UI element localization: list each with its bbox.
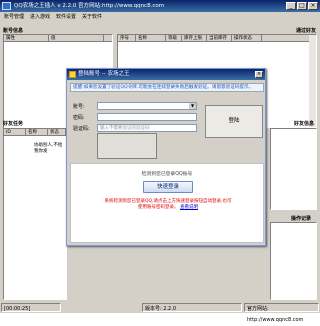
friends-scrollbar[interactable] <box>309 35 316 127</box>
menu-bar: 账号管理 进入游戏 软件设置 关于软件 <box>0 12 320 22</box>
password-label: 密码: <box>73 115 85 121</box>
friends-col-status[interactable]: 操作状态 <box>232 35 262 41</box>
friends-col-capacity[interactable]: 库存上限 <box>182 35 207 41</box>
window-titlebar: QQ农场之王插人 v 2.2.0 官方网站:http://www.qqnc8.c… <box>0 0 320 12</box>
log-panel[interactable] <box>270 222 317 300</box>
friends-col-name[interactable]: 名称 <box>136 35 166 41</box>
warning-text: 系统检测到您已登录QQ,请点击上方快速登录按钮自动登录,也可使用账号密码登录。 … <box>103 199 233 211</box>
close-button[interactable]: × <box>308 2 318 10</box>
dialog-notice: 提醒:如果您设置了验证QQ令牌,可能会在连续登录失败后触发验证。请留意验证码提示… <box>70 83 264 92</box>
minimize-button[interactable]: _ <box>286 2 296 10</box>
status-version: 版本号: 2.2.0 <box>142 303 242 312</box>
options-panel-title: 好友信息 <box>294 121 315 127</box>
login-button[interactable]: 登陆 <box>205 105 263 138</box>
chevron-down-icon[interactable]: ▼ <box>189 103 196 109</box>
dialog-close-button[interactable]: × <box>255 71 263 78</box>
accounts-panel-title: 账号信息 <box>3 28 24 34</box>
password-field[interactable] <box>97 113 197 121</box>
status-site: 官方网站: http://www.qqnc8.com <box>244 303 319 323</box>
window-title: QQ农场之王插人 v 2.2.0 官方网站:http://www.qqnc8.c… <box>14 3 165 9</box>
menu-accounts[interactable]: 账号管理 <box>4 12 24 22</box>
account-label: 账号: <box>73 104 85 110</box>
app-icon <box>2 2 11 10</box>
qq-detected-text: 检测到您已登录QQ账号 <box>141 172 193 177</box>
dialog-titlebar: 登陆账号 -- 农场之王 × <box>67 69 265 80</box>
accounts-col-value[interactable]: 值 <box>49 35 104 41</box>
account-dropdown[interactable]: ▼ <box>97 102 197 110</box>
captcha-field[interactable]: 输入不需要验证的验证码 <box>97 124 197 132</box>
status-bar: [00:00:25] 版本号: 2.2.0 官方网站: http://www.q… <box>0 302 320 323</box>
tasks-panel-title: 好友任务 <box>3 121 24 127</box>
tasks-col-name[interactable]: 名称 <box>26 129 48 135</box>
dialog-icon <box>69 71 76 78</box>
status-time: [00:00:25] <box>1 303 61 312</box>
captcha-label: 验证码: <box>73 126 90 132</box>
friends-col-level[interactable]: 等级 <box>166 35 182 41</box>
help-link[interactable]: 查看说明 <box>180 205 198 210</box>
friends-col-stock[interactable]: 当前库存 <box>207 35 232 41</box>
menu-enter-game[interactable]: 进入游戏 <box>30 12 50 22</box>
dialog-title: 登陆账号 -- 农场之王 <box>78 71 130 77</box>
tasks-col-id[interactable]: ID <box>4 129 26 135</box>
accounts-col-attr[interactable]: 属性 <box>4 35 49 41</box>
warning-message: 系统检测到您已登录QQ,请点击上方快速登录按钮自动登录,也可使用账号密码登录。 <box>104 199 232 210</box>
maximize-button[interactable]: □ <box>297 2 307 10</box>
captcha-image <box>97 133 157 159</box>
quick-login-area: 检测到您已登录QQ账号 快速登录 系统检测到您已登录QQ,请点击上方快速登录按钮… <box>70 163 264 243</box>
login-dialog: 登陆账号 -- 农场之王 × 提醒:如果您设置了验证QQ令牌,可能会在连续登录失… <box>66 68 266 246</box>
options-panel[interactable] <box>270 128 317 210</box>
tasks-grid[interactable]: ID 名称 状态 协助别人,不给我你发 <box>3 128 67 300</box>
friends-panel-title: 通过好友 <box>296 28 317 34</box>
tasks-text: 协助别人,不给我你发 <box>34 143 63 154</box>
menu-settings[interactable]: 软件设置 <box>56 12 76 22</box>
tasks-col-status[interactable]: 状态 <box>48 129 66 135</box>
log-panel-title: 操作记录 <box>291 216 312 222</box>
quick-login-button[interactable]: 快速登录 <box>143 181 193 193</box>
menu-about[interactable]: 关于软件 <box>82 12 102 22</box>
friends-col-index[interactable]: 序号 <box>118 35 136 41</box>
